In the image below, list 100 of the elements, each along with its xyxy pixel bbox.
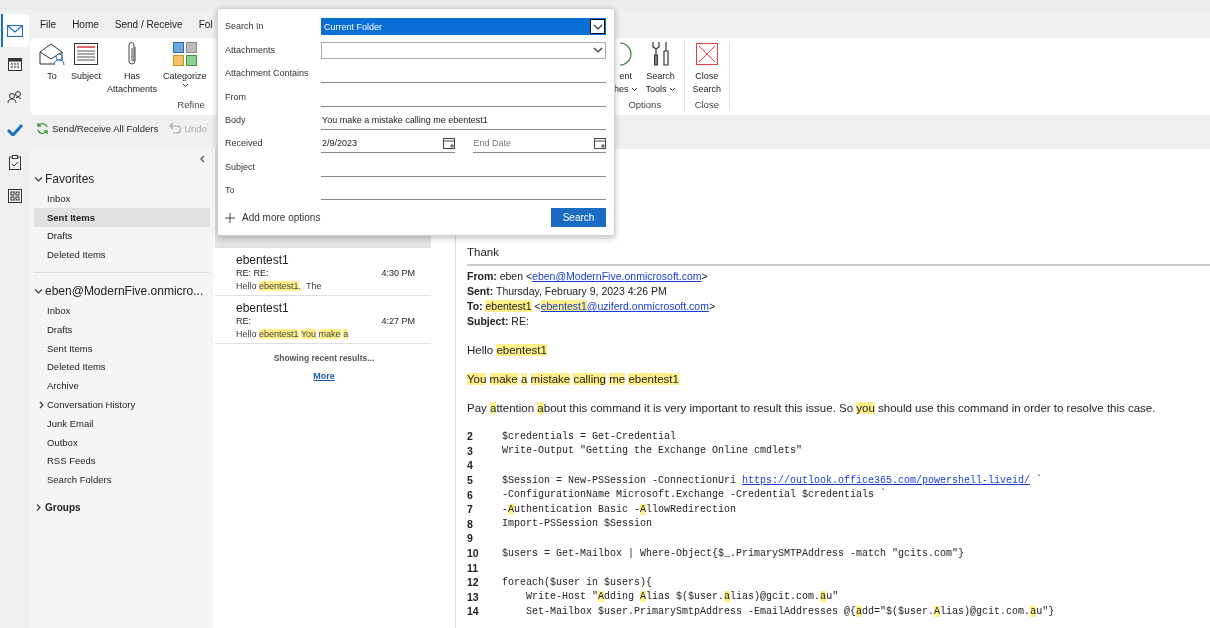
clipboard-icon[interactable]	[9, 155, 21, 170]
chevron-down-icon[interactable]	[592, 47, 603, 54]
calendar-icon[interactable]	[8, 56, 22, 71]
code-line: -Authentication Basic -AllowRedirection	[502, 503, 737, 515]
line-number: 10	[467, 547, 480, 560]
search-button[interactable]: Search	[551, 208, 606, 228]
folder-item[interactable]: Drafts	[34, 226, 210, 246]
email-link[interactable]: @uziferd.onmicrosoft.com	[586, 300, 709, 312]
results-status: Showing recent results...	[273, 353, 375, 363]
menu-tab[interactable]: Fol	[198, 18, 213, 30]
header-line: Subject: RE:	[467, 314, 530, 329]
undo-icon	[168, 122, 182, 134]
add-options-link[interactable]: Add more options	[225, 212, 321, 224]
group-label: Close	[693, 99, 720, 111]
menu-tab[interactable]: File	[40, 18, 57, 30]
folder-item[interactable]: Inbox	[34, 301, 210, 320]
toolbar-button[interactable]: Send/Receive All Folders	[34, 119, 161, 137]
plus-icon	[225, 212, 235, 223]
message-item[interactable]: ebentest1 RE: 4:27 PM Hello ebentest1 You make a	[215, 296, 431, 344]
chevron-right-icon[interactable]	[38, 400, 45, 409]
message-preview: Hello ebentest1 You make a	[236, 328, 349, 341]
more-link[interactable]: More	[313, 371, 335, 381]
sync-icon	[36, 121, 49, 135]
header-line: To: ebentest1 <ebentest1@uziferd.onmicrosoft.com>	[467, 299, 717, 314]
line-number: 13	[467, 590, 480, 603]
folder-item[interactable]: Drafts	[34, 320, 210, 339]
code-line: Import-PSSession $Session	[502, 518, 653, 530]
folder-item[interactable]: Archive	[34, 376, 210, 396]
code-line: Write-Host "Adding Alias $($user.alias)@gcit.com.au"	[525, 591, 839, 603]
document-icon	[74, 41, 98, 67]
field-label: Body	[225, 114, 247, 127]
chevron-down-icon[interactable]	[34, 175, 43, 183]
group-label: Options	[627, 99, 663, 111]
chevron-right-icon[interactable]	[34, 503, 43, 511]
line-number: 14	[467, 605, 480, 618]
folder-item[interactable]: RSS Feeds	[34, 451, 210, 471]
folder-item[interactable]: Outbox	[34, 432, 210, 452]
code-line: Set-Mailbox $user.PrimarySmtpAddress -EmailAddresses @{add="$($user.Alias)@gcit.com.au"}	[525, 605, 1055, 617]
line-number: 4	[467, 459, 474, 472]
line-number: 5	[467, 474, 474, 487]
field-label: Search In	[225, 21, 265, 34]
folder-group-header[interactable]: eben@ModernFive.onmicro...	[34, 281, 210, 302]
folder-item[interactable]: Inbox	[34, 189, 210, 208]
line-number: 3	[467, 444, 474, 457]
code-line: foreach($user in $users){	[502, 576, 653, 588]
line-number: 2	[467, 430, 474, 443]
email-link[interactable]: eben@ModernFive.onmicrosoft.com	[532, 270, 702, 282]
calendar-icon[interactable]	[442, 137, 455, 150]
ribbon-button[interactable]: Search Tools	[645, 70, 676, 96]
folder-item[interactable]: Search Folders	[34, 470, 210, 490]
ribbon-button[interactable]: Subject	[71, 70, 102, 83]
folder-item[interactable]: Sent Items	[34, 207, 210, 227]
ribbon-button[interactable]: To	[47, 70, 57, 83]
message-sender: ebentest1	[236, 253, 289, 267]
message-time: 4:27 PM	[381, 315, 415, 328]
chevron-down-icon[interactable]	[592, 23, 603, 30]
code-line: Write-Output "Getting the Exchange Online cmdlets"	[502, 445, 803, 457]
email-link[interactable]: ebentest1	[540, 300, 587, 312]
field-label: Received	[225, 138, 264, 151]
collapse-icon[interactable]	[199, 155, 205, 163]
menu-tab[interactable]: Home	[72, 18, 99, 30]
apps-icon[interactable]	[8, 188, 22, 203]
folder-item[interactable]: Conversation History	[34, 395, 210, 414]
ribbon-button[interactable]: Has Attachments	[107, 70, 158, 96]
message-subject: RE: RE:	[236, 267, 269, 280]
calendar-icon[interactable]	[594, 137, 606, 150]
header-line: Sent: Thursday, February 9, 2023 4:26 PM	[467, 284, 668, 299]
line-number: 6	[467, 488, 474, 501]
chevron-down-icon[interactable]	[34, 287, 43, 295]
folder-item[interactable]: Junk Email	[34, 413, 210, 433]
code-link[interactable]: https://outlook.office365.com/powershell-liveid/	[742, 474, 1031, 486]
code-line: $credentials = Get-Credential	[502, 430, 677, 442]
people-icon[interactable]	[7, 89, 23, 104]
code-line: $users = Get-Mailbox | Where-Object{$_.PrimarySMTPAddress -match "gcits.com"}	[502, 547, 965, 559]
menu-tab[interactable]: Send / Receive	[114, 18, 183, 30]
input-field[interactable]: You make a mistake calling me ebentest1	[321, 110, 606, 130]
line-number: 8	[467, 517, 474, 530]
mail-icon[interactable]	[7, 24, 23, 37]
date-field[interactable]: 2/9/2023	[321, 134, 455, 154]
folder-group-header[interactable]: Favorites	[34, 169, 210, 189]
folder-item[interactable]: Deleted Items	[34, 357, 210, 377]
ribbon-button[interactable]: Categorize	[163, 70, 207, 88]
dropdown-field[interactable]	[321, 41, 606, 59]
field-label: From	[225, 91, 247, 104]
folder-item[interactable]: Sent Items	[34, 338, 210, 358]
message-item[interactable]: ebentest1 RE: RE: 4:30 PM Hello ebentest1, The	[215, 248, 431, 296]
folder-item[interactable]: Deleted Items	[34, 245, 210, 265]
line-number: 12	[467, 576, 480, 589]
folder-group-header[interactable]: Groups	[34, 497, 210, 518]
dropdown-field[interactable]: Current Folder	[321, 18, 606, 36]
field-label: Attachment Contains	[225, 68, 310, 81]
checkmark-icon[interactable]	[7, 123, 23, 136]
ribbon-button[interactable]: ent hes	[614, 70, 638, 96]
tools-icon	[649, 41, 672, 67]
message-sender: ebentest1	[236, 301, 289, 315]
date-field[interactable]: End Date	[472, 134, 606, 154]
message-subject: RE:	[236, 315, 251, 328]
color-grid-icon	[172, 41, 197, 67]
ribbon-button[interactable]: Close Search	[692, 70, 722, 96]
line-number: 9	[467, 532, 474, 545]
